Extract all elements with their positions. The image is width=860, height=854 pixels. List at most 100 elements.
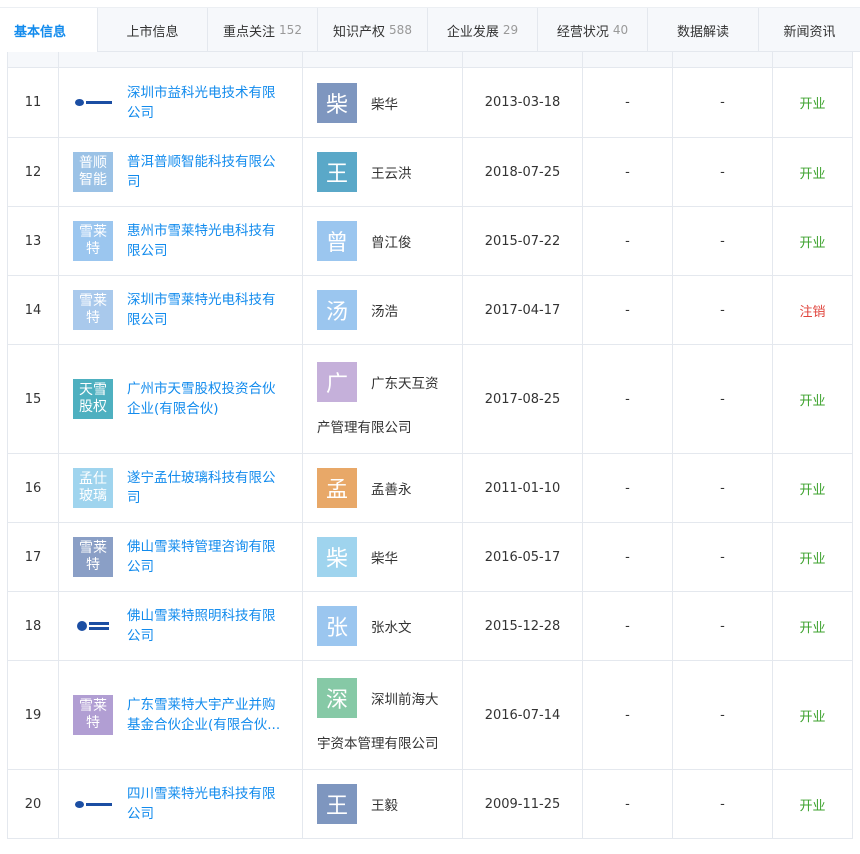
company-name-link[interactable]: 广州市天雪股权投资合伙企业(有限合伙)	[127, 379, 287, 419]
tab-bar: 基本信息 上市信息 重点关注 152 知识产权 588 企业发展 29 经营状况 40 数据解读 新闻…	[0, 7, 860, 52]
empty-value: -	[582, 770, 672, 838]
empty-value: -	[672, 454, 772, 522]
established-date: 2016-07-14	[462, 661, 582, 769]
person-avatar: 汤	[317, 290, 357, 330]
company-cell: 深圳市益科光电技术有限公司	[58, 68, 302, 137]
person-avatar: 柴	[317, 537, 357, 577]
company-name-link[interactable]: 四川雪莱特光电科技有限公司	[127, 784, 287, 824]
empty-value: -	[672, 661, 772, 769]
person-cell: 孟孟善永	[302, 454, 462, 522]
tab-5[interactable]: 企业发展 29	[428, 8, 538, 52]
person-name-link[interactable]: 广东天互资	[371, 372, 439, 392]
tab-label: 知识产权	[333, 24, 386, 40]
company-name-link[interactable]: 普洱普顺智能科技有限公司	[127, 152, 287, 192]
row-index: 20	[7, 770, 58, 838]
company-name-link[interactable]: 惠州市雪莱特光电科技有限公司	[127, 221, 287, 261]
table-row: 19 雪莱特 广东雪莱特大宇产业并购基金合伙企业(有限合伙... 深深圳前海大 宇资本管…	[7, 661, 853, 770]
row-index: 18	[7, 592, 58, 660]
table-row: 13 雪莱特 惠州市雪莱特光电科技有限公司曾曾江俊 2015-07-22- - 开业	[7, 207, 853, 276]
status-badge: 开业	[772, 345, 853, 453]
tab-count: 152	[279, 23, 302, 37]
tab-6[interactable]: 经营状况 40	[538, 8, 648, 52]
table-row: 18 佛山雪莱特照明科技有限公司张张水文 2015-12-28- - 开业	[7, 592, 853, 661]
empty-value: -	[672, 68, 772, 137]
established-date: 2017-04-17	[462, 276, 582, 344]
empty-value: -	[582, 523, 672, 591]
tab-count: 588	[389, 23, 412, 37]
established-date: 2011-01-10	[462, 454, 582, 522]
person-name-link[interactable]: 汤浩	[371, 300, 398, 320]
tab-1[interactable]: 基本信息	[0, 8, 98, 52]
person-name-link[interactable]: 王毅	[371, 794, 398, 814]
person-cell: 广广东天互资产管理有限公司	[302, 345, 462, 453]
person-avatar: 孟	[317, 468, 357, 508]
tab-label: 上市信息	[126, 24, 179, 40]
person-name-link[interactable]: 柴华	[371, 93, 398, 113]
empty-value: -	[582, 207, 672, 275]
person-name-link[interactable]: 深圳前海大	[371, 688, 439, 708]
company-name-link[interactable]: 广东雪莱特大宇产业并购基金合伙企业(有限合伙...	[127, 695, 287, 735]
company-cell: 普顺智能 普洱普顺智能科技有限公司	[58, 138, 302, 206]
person-avatar: 王	[317, 152, 357, 192]
row-index: 13	[7, 207, 58, 275]
table-row: 12 普顺智能 普洱普顺智能科技有限公司王王云洪 2018-07-25- - 开业	[7, 138, 853, 207]
tab-3[interactable]: 重点关注 152	[208, 8, 318, 52]
company-name-link[interactable]: 遂宁孟仕玻璃科技有限公司	[127, 468, 287, 508]
person-avatar: 广	[317, 362, 357, 402]
empty-value: -	[582, 661, 672, 769]
row-index: 14	[7, 276, 58, 344]
person-cell: 柴柴华	[302, 68, 462, 137]
person-name-link[interactable]: 曾江俊	[371, 231, 412, 251]
status-badge: 开业	[772, 661, 853, 769]
enlight-logo-icon	[74, 800, 112, 808]
table-row: 16 孟仕玻璃 遂宁孟仕玻璃科技有限公司孟孟善永 2011-01-10- - 开业	[7, 454, 853, 523]
company-cell: 孟仕玻璃 遂宁孟仕玻璃科技有限公司	[58, 454, 302, 522]
table-row: 20 四川雪莱特光电科技有限公司王王毅 2009-11-25- - 开业	[7, 770, 853, 839]
established-date: 2016-05-17	[462, 523, 582, 591]
tab-2[interactable]: 上市信息	[98, 8, 208, 52]
status-badge: 开业	[772, 523, 853, 591]
table-row: 11 深圳市益科光电技术有限公司柴柴华 2013-03-18- - 开业	[7, 68, 853, 138]
tab-7[interactable]: 数据解读	[648, 8, 759, 52]
company-logo: 雪莱特	[73, 290, 113, 330]
row-index: 15	[7, 345, 58, 453]
tab-label: 经营状况	[556, 24, 609, 40]
person-name-link[interactable]: 柴华	[371, 547, 398, 567]
company-logo: 天雪股权	[73, 379, 113, 419]
tab-label: 企业发展	[446, 24, 499, 40]
table-row: 17 雪莱特 佛山雪莱特管理咨询有限公司柴柴华 2016-05-17- - 开业	[7, 523, 853, 592]
company-logo	[73, 82, 113, 123]
company-name-link[interactable]: 深圳市益科光电技术有限公司	[127, 83, 287, 123]
company-logo	[73, 606, 113, 646]
person-name-link[interactable]: 张水文	[371, 616, 412, 636]
empty-value: -	[672, 138, 772, 206]
status-badge: 开业	[772, 68, 853, 137]
company-logo: 雪莱特	[73, 221, 113, 261]
established-date: 2015-07-22	[462, 207, 582, 275]
person-name-continued[interactable]: 宇资本管理有限公司	[317, 732, 439, 752]
company-name-link[interactable]: 深圳市雪莱特光电科技有限公司	[127, 290, 287, 330]
person-cell: 曾曾江俊	[302, 207, 462, 275]
person-name-link[interactable]: 王云洪	[371, 162, 412, 182]
table-row: 14 雪莱特 深圳市雪莱特光电科技有限公司汤汤浩 2017-04-17- - 注销	[7, 276, 853, 345]
row-index: 16	[7, 454, 58, 522]
person-name-link[interactable]: 孟善永	[371, 478, 412, 498]
company-name-link[interactable]: 佛山雪莱特照明科技有限公司	[127, 606, 287, 646]
empty-value: -	[672, 523, 772, 591]
company-table: 11 深圳市益科光电技术有限公司柴柴华 2013-03-18- - 开业 12 普顺智能 普洱…	[7, 52, 853, 839]
person-cell: 王王云洪	[302, 138, 462, 206]
person-cell: 王王毅	[302, 770, 462, 838]
empty-value: -	[672, 592, 772, 660]
company-name-link[interactable]: 佛山雪莱特管理咨询有限公司	[127, 537, 287, 577]
person-name-continued[interactable]: 产管理有限公司	[317, 416, 439, 436]
tab-8[interactable]: 新闻资讯	[759, 8, 860, 52]
status-badge: 开业	[772, 207, 853, 275]
person-cell: 张张水文	[302, 592, 462, 660]
company-cell: 佛山雪莱特照明科技有限公司	[58, 592, 302, 660]
company-logo: 雪莱特	[73, 695, 113, 735]
table-header-strip	[7, 52, 853, 68]
person-avatar: 张	[317, 606, 357, 646]
tab-4[interactable]: 知识产权 588	[318, 8, 428, 52]
empty-value: -	[672, 207, 772, 275]
company-cell: 雪莱特 广东雪莱特大宇产业并购基金合伙企业(有限合伙...	[58, 661, 302, 769]
